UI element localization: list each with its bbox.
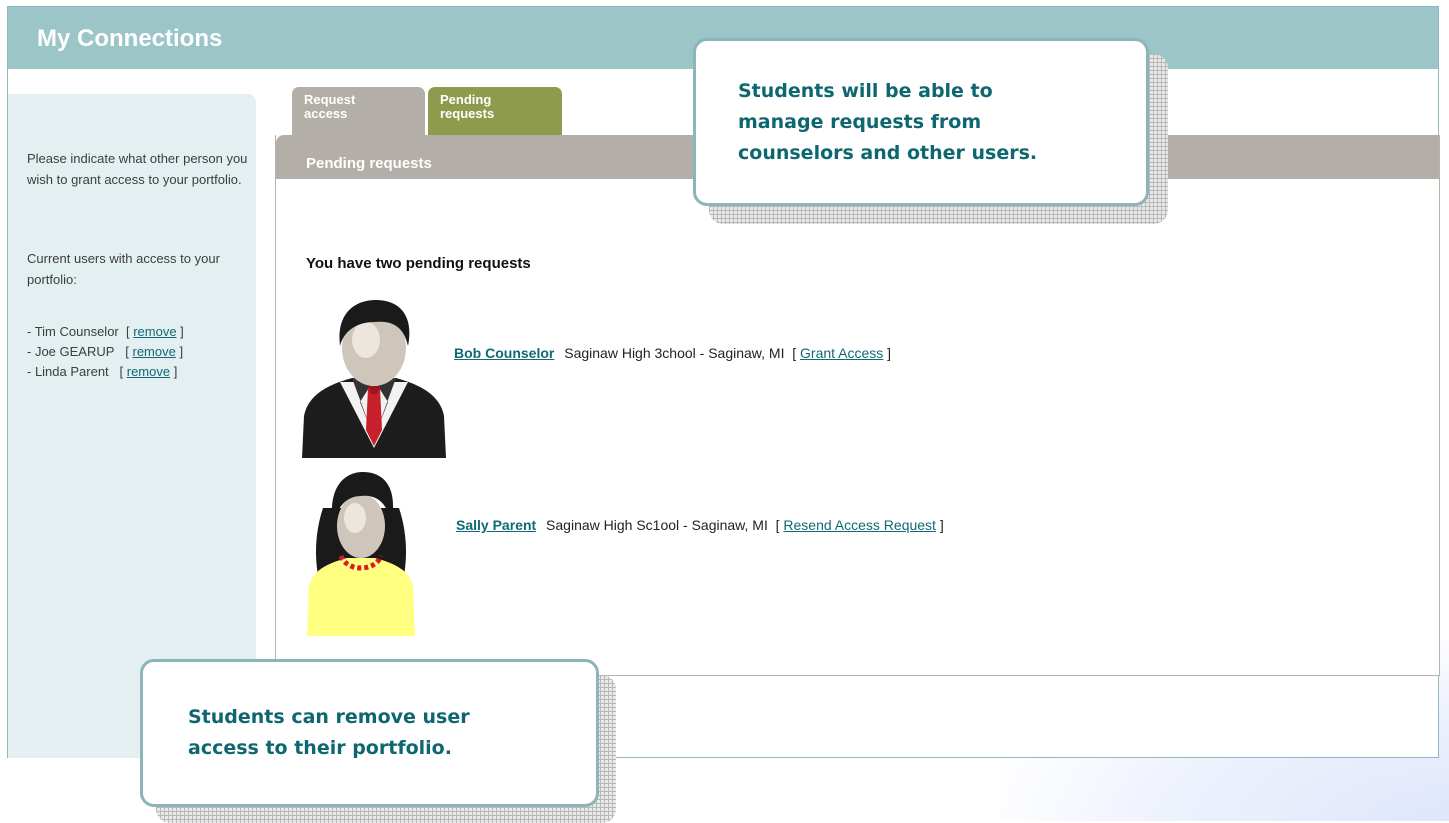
requester-school: Saginaw High Sc1ool - Saginaw, MI (546, 517, 768, 533)
pending-count-heading: You have two pending requests (306, 255, 531, 272)
remove-link-joe-gearup[interactable]: remove (132, 344, 175, 359)
callout-text: Students will be able to manage requests… (738, 80, 1038, 164)
tab-pending-requests[interactable]: Pending requests (428, 87, 562, 135)
callout-text: Students can remove user access to their… (188, 706, 470, 759)
remove-link-tim-counselor[interactable]: remove (133, 324, 176, 339)
user-name: - Linda Parent (27, 364, 109, 379)
callout-remove-access: Students can remove user access to their… (140, 659, 599, 807)
callout-manage-requests: Students will be able to manage requests… (693, 38, 1149, 206)
page-title: My Connections (37, 25, 223, 52)
current-users-label: Current users with access to your portfo… (27, 251, 220, 287)
requester-name-link[interactable]: Bob Counselor (454, 345, 554, 361)
pending-request-sally-parent: Sally Parent Saginaw High Sc1ool - Sagin… (456, 517, 944, 533)
list-item: - Joe GEARUP [ remove ] (27, 344, 184, 359)
requester-name-link[interactable]: Sally Parent (456, 517, 536, 533)
remove-link-linda-parent[interactable]: remove (127, 364, 170, 379)
female-parent-avatar (307, 472, 415, 636)
list-item: - Tim Counselor [ remove ] (27, 324, 184, 339)
tab-label: Pending requests (440, 92, 495, 121)
sidebar-instruction: Please indicate what other person you wi… (27, 151, 248, 187)
list-item: - Linda Parent [ remove ] (27, 364, 178, 379)
male-counselor-avatar (302, 300, 446, 458)
grant-access-link[interactable]: Grant Access (800, 345, 883, 361)
resend-access-request-link[interactable]: Resend Access Request (783, 517, 936, 533)
pending-request-bob-counselor: Bob Counselor Saginaw High 3chool - Sagi… (454, 345, 892, 361)
user-name: - Joe GEARUP (27, 344, 115, 359)
user-name: - Tim Counselor (27, 324, 119, 339)
requester-school: Saginaw High 3chool - Saginaw, MI (564, 345, 785, 361)
panel-title: Pending requests (306, 155, 432, 172)
current-users-list: - Tim Counselor [ remove ] - Joe GEARUP … (27, 322, 184, 382)
tab-request-access[interactable]: Request access (292, 87, 425, 135)
tab-label: Request access (304, 92, 356, 121)
